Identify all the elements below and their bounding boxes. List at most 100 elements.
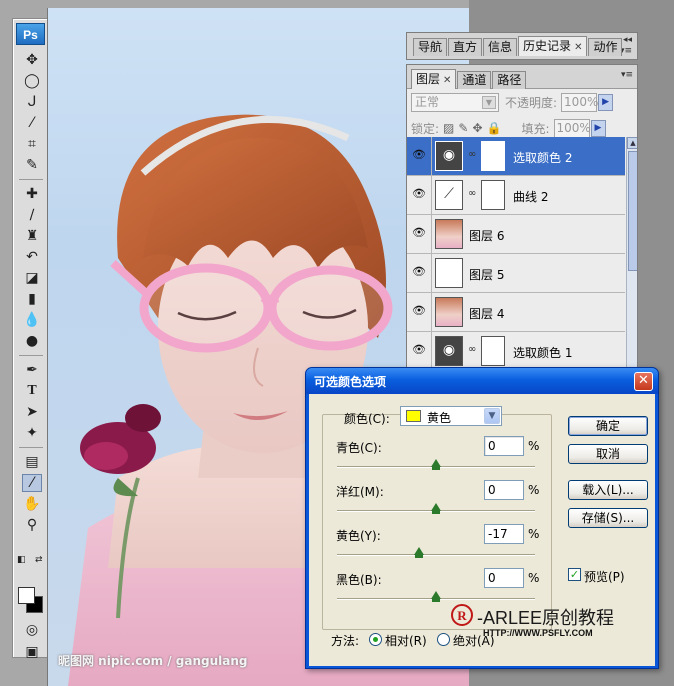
visibility-eye-icon[interactable]: 👁 xyxy=(411,226,427,240)
tab-history-label: 历史记录 xyxy=(523,39,572,53)
black-input[interactable]: 0 xyxy=(484,568,524,588)
black-slider-knob[interactable] xyxy=(431,591,441,602)
foreground-color-swatch[interactable] xyxy=(18,587,35,604)
tools-divider xyxy=(19,447,43,448)
layer-mask-thumbnail[interactable] xyxy=(481,141,505,171)
colors-select[interactable]: 黄色 ▼ xyxy=(400,406,502,426)
fill-input[interactable]: 100% xyxy=(553,118,591,138)
tab-channels[interactable]: 通道 xyxy=(457,71,492,89)
scroll-up-icon[interactable]: ▲ xyxy=(627,137,637,149)
slice-tool-icon[interactable]: ✎ xyxy=(22,156,42,174)
curves-adjustment-icon: ⟋ xyxy=(435,180,463,210)
scroll-thumb[interactable] xyxy=(628,151,637,271)
visibility-eye-icon[interactable]: 👁 xyxy=(411,265,427,279)
tab-actions[interactable]: 动作 xyxy=(588,38,623,56)
zoom-tool-icon[interactable]: ⚲ xyxy=(22,516,42,534)
fill-slider-arrow-icon[interactable]: ▶ xyxy=(590,119,606,137)
yellow-slider-knob[interactable] xyxy=(414,547,425,558)
visibility-eye-icon[interactable]: 👁 xyxy=(411,187,427,201)
fill-label: 填充: xyxy=(521,121,550,136)
shape-tool-icon[interactable]: ✦ xyxy=(22,424,42,442)
notes-tool-icon[interactable]: ▤ xyxy=(22,453,42,471)
cyan-input[interactable]: 0 xyxy=(484,436,524,456)
layer-row[interactable]: 👁 图层 5 xyxy=(407,254,625,293)
close-icon[interactable]: ✕ xyxy=(634,372,653,391)
method-absolute-radio[interactable] xyxy=(437,633,450,646)
layer-divider xyxy=(431,332,432,371)
chain-link-icon[interactable]: ∞ xyxy=(468,344,476,355)
method-relative-radio[interactable] xyxy=(369,633,382,646)
magenta-slider-knob[interactable] xyxy=(431,503,441,514)
blur-tool-icon[interactable]: 💧 xyxy=(22,311,42,329)
layer-row[interactable]: 👁 图层 4 xyxy=(407,293,625,332)
layers-scrollbar[interactable]: ▲ xyxy=(626,137,637,373)
dodge-tool-icon[interactable]: ● xyxy=(22,332,42,350)
crop-tool-icon[interactable]: ⌗ xyxy=(22,135,42,153)
tab-history[interactable]: 历史记录 ✕ xyxy=(518,36,588,56)
quick-select-tool-icon[interactable]: ⁄ xyxy=(22,114,42,132)
screen-mode-icon[interactable]: ▣ xyxy=(22,643,42,661)
method-label: 方法: xyxy=(331,634,360,648)
panel-menu-icon[interactable]: ▾≡ xyxy=(621,70,633,80)
layer-row[interactable]: 👁 ⟋ ∞ 曲线 2 xyxy=(407,176,625,215)
lock-transparency-icon[interactable]: ▨ xyxy=(443,121,454,135)
tools-divider xyxy=(19,355,43,356)
tab-paths[interactable]: 路径 xyxy=(492,71,527,89)
pen-tool-icon[interactable]: ✒ xyxy=(22,361,42,379)
preview-checkbox[interactable]: ✓ xyxy=(568,568,581,581)
magenta-input[interactable]: 0 xyxy=(484,480,524,500)
eyedropper-tool-icon[interactable]: ⁄ xyxy=(22,474,42,492)
yellow-label: 黄色(Y): xyxy=(336,529,381,543)
swap-colors-icon[interactable]: ⇄ xyxy=(35,555,43,565)
lock-pixels-icon[interactable]: ✎ xyxy=(458,121,468,135)
hand-tool-icon[interactable]: ✋ xyxy=(22,495,42,513)
type-tool-icon[interactable]: T xyxy=(22,382,42,400)
history-brush-tool-icon[interactable]: ↶ xyxy=(22,248,42,266)
chain-link-icon[interactable]: ∞ xyxy=(468,188,476,199)
path-select-tool-icon[interactable]: ➤ xyxy=(22,403,42,421)
close-icon[interactable]: ✕ xyxy=(443,75,451,86)
tab-layers[interactable]: 图层 ✕ xyxy=(411,69,457,89)
marquee-tool-icon[interactable]: ◯ xyxy=(22,72,42,90)
lasso-tool-icon[interactable]: ᒍ xyxy=(22,93,42,111)
layer-row[interactable]: 👁 图层 6 xyxy=(407,215,625,254)
blend-mode-select[interactable]: 正常 ▼ xyxy=(411,92,499,112)
visibility-eye-icon[interactable]: 👁 xyxy=(411,304,427,318)
yellow-input[interactable]: -17 xyxy=(484,524,524,544)
yellow-slider-track[interactable] xyxy=(337,554,535,555)
cancel-button[interactable]: 取消 xyxy=(568,444,648,464)
tab-info[interactable]: 信息 xyxy=(483,38,518,56)
layer-mask-thumbnail[interactable] xyxy=(481,180,505,210)
tab-navigator[interactable]: 导航 xyxy=(413,38,448,56)
layer-row[interactable]: 👁 ◉ ∞ 选取颜色 1 xyxy=(407,332,625,371)
cyan-slider-knob[interactable] xyxy=(431,459,441,470)
magenta-label: 洋红(M): xyxy=(336,485,384,499)
visibility-eye-icon[interactable]: 👁 xyxy=(411,343,427,357)
lock-all-icon[interactable]: 🔒 xyxy=(487,121,502,135)
brand-name: -ARLEE原创教程 xyxy=(477,608,615,628)
save-button[interactable]: 存储(S)... xyxy=(568,508,648,528)
default-colors-icon[interactable]: ◧ xyxy=(17,555,26,565)
close-icon[interactable]: ✕ xyxy=(574,42,582,53)
chain-link-icon[interactable]: ∞ xyxy=(468,149,476,160)
healing-tool-icon[interactable]: ✚ xyxy=(22,185,42,203)
visibility-eye-icon[interactable]: 👁 xyxy=(411,148,427,162)
move-tool-icon[interactable]: ✥ xyxy=(22,51,42,69)
chevron-down-icon[interactable]: ▼ xyxy=(484,408,500,424)
lock-position-icon[interactable]: ✥ xyxy=(472,121,482,135)
opacity-input[interactable]: 100% xyxy=(561,92,598,112)
tab-histogram[interactable]: 直方 xyxy=(448,38,483,56)
brush-tool-icon[interactable]: ∕ xyxy=(22,206,42,224)
layer-divider xyxy=(431,254,432,293)
dialog-titlebar[interactable]: 可选颜色选项 ✕ xyxy=(306,368,658,394)
eraser-tool-icon[interactable]: ◪ xyxy=(22,269,42,287)
layer-mask-thumbnail[interactable] xyxy=(481,336,505,366)
gradient-tool-icon[interactable]: ▮ xyxy=(22,290,42,308)
quick-mask-icon[interactable]: ◎ xyxy=(22,621,42,639)
layer-row[interactable]: 👁 ◉ ∞ 选取颜色 2 xyxy=(407,137,625,176)
stamp-tool-icon[interactable]: ♜ xyxy=(22,227,42,245)
ok-button[interactable]: 确定 xyxy=(568,416,648,436)
collapse-arrows-icon[interactable]: ◂◂ xyxy=(623,35,632,45)
opacity-slider-arrow-icon[interactable]: ▶ xyxy=(598,93,614,111)
load-button[interactable]: 载入(L)... xyxy=(568,480,648,500)
